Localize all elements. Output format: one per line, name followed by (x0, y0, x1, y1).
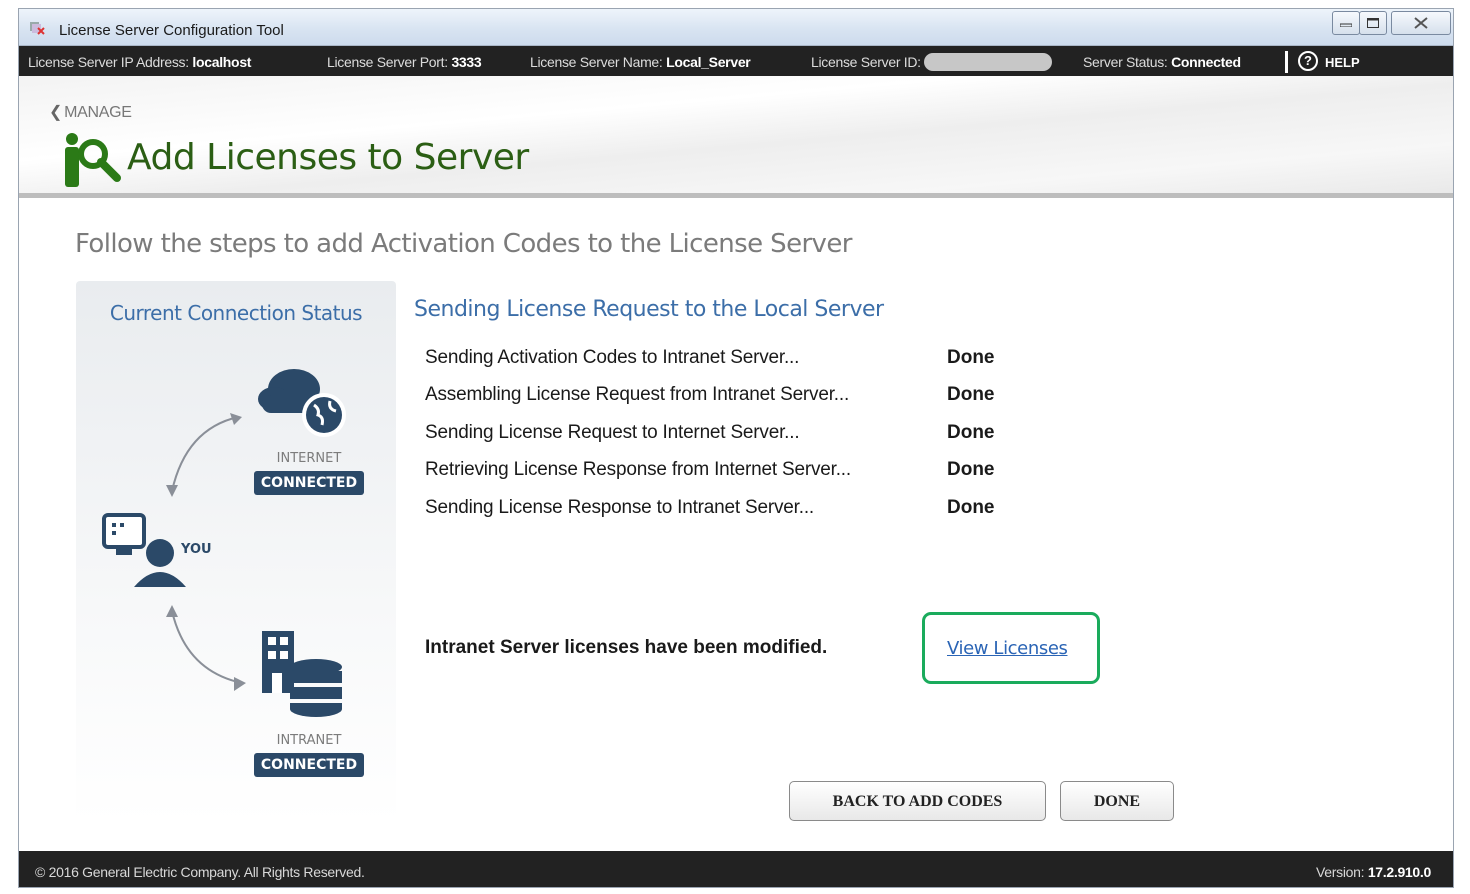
list-item: Retrieving License Response from Interne… (425, 459, 1125, 489)
footer-bar: © 2016 General Electric Company. All Rig… (19, 851, 1453, 887)
done-button[interactable]: DONE (1060, 781, 1174, 821)
internet-status-badge: CONNECTED (254, 471, 364, 495)
list-item: Sending License Response to Intranet Ser… (425, 497, 1125, 527)
license-key-icon (65, 133, 121, 187)
connection-status-panel: Current Connection Status INTERNET CONNE… (76, 281, 396, 823)
maximize-icon (1367, 18, 1379, 28)
step-status: Done (947, 384, 995, 405)
chevron-left-icon: ❮ (49, 104, 63, 121)
minimize-icon (1340, 23, 1352, 27)
list-item: Sending Activation Codes to Intranet Ser… (425, 347, 1125, 377)
intranet-status-badge: CONNECTED (254, 753, 364, 777)
server-port: License Server Port: 3333 (327, 54, 482, 70)
back-to-add-codes-button[interactable]: BACK TO ADD CODES (789, 781, 1046, 821)
arrow-internet-icon (166, 413, 242, 497)
divider (1285, 51, 1288, 73)
step-label: Retrieving License Response from Interne… (425, 459, 851, 480)
list-item: Sending License Request to Internet Serv… (425, 422, 1125, 452)
cloud-globe-icon (258, 369, 346, 437)
maximize-button[interactable] (1359, 11, 1387, 35)
licenses-modified-message: Intranet Server licenses have been modif… (425, 637, 828, 658)
view-licenses-link[interactable]: View Licenses (947, 638, 1068, 659)
window-title: License Server Configuration Tool (59, 22, 284, 39)
server-id-redacted (923, 53, 1052, 72)
step-status: Done (947, 422, 995, 443)
page-title: Add Licenses to Server (127, 137, 529, 178)
intranet-label: INTRANET (276, 733, 342, 748)
server-name: License Server Name: Local_Server (530, 54, 751, 70)
title-bar[interactable]: License Server Configuration Tool (19, 9, 1453, 46)
server-id: License Server ID: (811, 53, 1052, 72)
server-ip: License Server IP Address: localhost (28, 54, 252, 70)
arrow-intranet-icon (166, 605, 246, 691)
list-item: Assembling License Request from Intranet… (425, 384, 1125, 414)
page-header: ❮ MANAGE Add Licenses to Server (19, 76, 1453, 198)
step-status: Done (947, 459, 995, 480)
step-status: Done (947, 497, 995, 518)
app-window: License Server Configuration Tool Licens… (18, 8, 1454, 888)
breadcrumb-manage[interactable]: ❮ MANAGE (49, 102, 132, 122)
step-status: Done (947, 347, 995, 368)
building-database-icon (262, 631, 342, 717)
connection-status-title: Current Connection Status (109, 301, 363, 325)
you-label: YOU (181, 542, 212, 557)
step-label: Sending License Response to Intranet Ser… (425, 497, 814, 518)
copyright-text: © 2016 General Electric Company. All Rig… (35, 864, 365, 880)
help-icon[interactable]: ? (1298, 51, 1318, 71)
step-label: Assembling License Request from Intranet… (425, 384, 850, 405)
instructions-heading: Follow the steps to add Activation Codes… (75, 229, 852, 259)
close-button[interactable] (1391, 11, 1451, 35)
app-icon (30, 22, 45, 35)
server-info-bar: License Server IP Address: localhost Lic… (19, 46, 1453, 76)
internet-label: INTERNET (276, 451, 342, 466)
user-computer-icon (102, 513, 186, 587)
step-label: Sending Activation Codes to Intranet Ser… (425, 347, 800, 368)
progress-title: Sending License Request to the Local Ser… (414, 297, 884, 322)
close-icon (1414, 17, 1428, 29)
minimize-button[interactable] (1332, 11, 1360, 35)
version-info: Version: 17.2.910.0 (1316, 864, 1431, 880)
step-label: Sending License Request to Internet Serv… (425, 422, 800, 443)
server-status: Server Status: Connected (1083, 54, 1241, 70)
help-link[interactable]: HELP (1325, 55, 1360, 70)
